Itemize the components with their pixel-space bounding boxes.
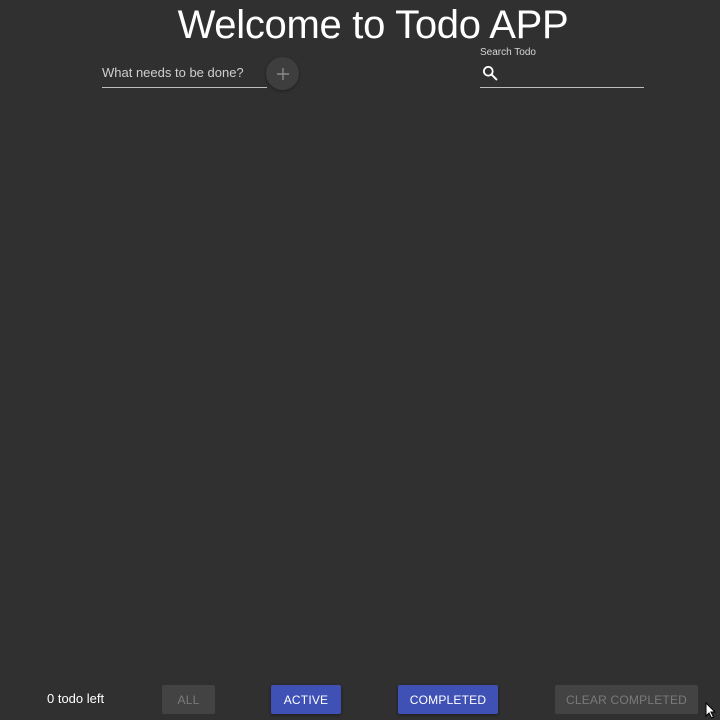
- search-input[interactable]: [504, 65, 642, 81]
- search-field[interactable]: Search Todo: [480, 46, 644, 88]
- filter-active-button[interactable]: ACTIVE: [271, 685, 341, 714]
- new-todo-field[interactable]: What needs to be done?: [102, 60, 267, 88]
- search-icon: [483, 66, 498, 81]
- add-todo-button[interactable]: [266, 57, 299, 90]
- new-todo-input[interactable]: What needs to be done?: [102, 64, 262, 82]
- page-title: Welcome to Todo APP: [177, 3, 569, 47]
- mouse-cursor-icon: [705, 702, 716, 719]
- filter-all-button[interactable]: ALL: [162, 685, 215, 714]
- clear-completed-button[interactable]: CLEAR COMPLETED: [555, 685, 698, 714]
- search-label: Search Todo: [480, 47, 536, 58]
- todo-count: 0 todo left: [47, 691, 105, 706]
- todo-app: Welcome to Todo APP What needs to be don…: [0, 0, 720, 720]
- plus-icon: [276, 67, 289, 80]
- filter-completed-button[interactable]: COMPLETED: [398, 685, 498, 714]
